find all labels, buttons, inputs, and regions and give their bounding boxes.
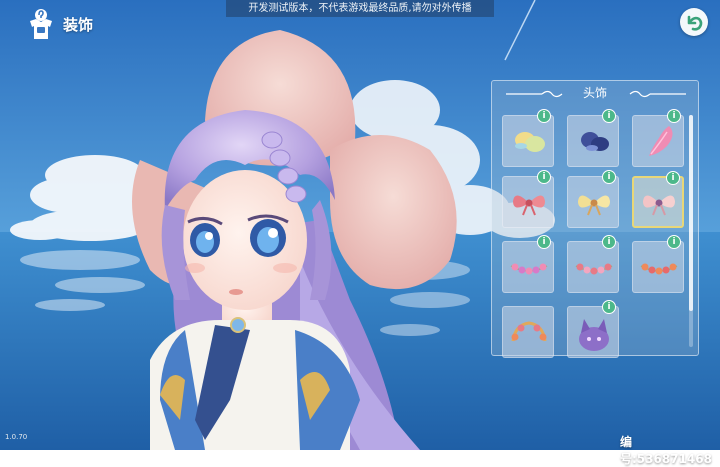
screen-title: 装饰 (63, 15, 94, 34)
info-badge[interactable]: i (602, 235, 616, 249)
info-badge[interactable]: i (537, 109, 551, 123)
pink-garland-icon (510, 263, 548, 275)
version-label: 1.0.70 (5, 433, 28, 441)
back-button[interactable] (680, 8, 708, 36)
orange-garland-icon (640, 263, 678, 275)
item-navy-bun-ornament[interactable]: i (567, 109, 619, 167)
info-badge[interactable]: i (667, 235, 681, 249)
red-bow-icon (513, 195, 545, 216)
rose-garland-icon (575, 263, 613, 275)
info-badge[interactable]: i (602, 170, 616, 184)
item-flower-crown[interactable] (502, 306, 554, 358)
info-badge[interactable]: i (537, 235, 551, 249)
test-build-notice: 开发测试版本，不代表游戏最终品质,请勿对外传播 (226, 0, 494, 17)
wardrobe-icon (30, 9, 52, 39)
scrollbar[interactable] (689, 115, 693, 347)
headwear-panel: 头饰 i i i i i i i i i i (491, 80, 699, 358)
item-yellow-bun-ornament[interactable]: i (502, 109, 554, 167)
info-badge[interactable]: i (602, 300, 616, 314)
player-id-label: 编号:536871468 (620, 435, 712, 466)
item-pink-feather-clip[interactable]: i (632, 109, 684, 167)
navy-bun-icon (581, 132, 609, 151)
scrollbar-thumb[interactable] (689, 115, 693, 311)
info-badge[interactable]: i (537, 170, 551, 184)
pink-feather-icon (649, 126, 673, 156)
yellow-bow-icon (578, 195, 610, 216)
right-ornament (629, 90, 686, 98)
info-badge[interactable]: i (602, 109, 616, 123)
pink-bow-icon (643, 195, 675, 216)
item-rose-flower-garland[interactable]: i (567, 235, 619, 293)
item-red-bow[interactable]: i (502, 170, 554, 228)
info-badge[interactable]: i (666, 171, 680, 185)
info-badge[interactable]: i (667, 109, 681, 123)
yellow-bun-icon (515, 132, 545, 152)
item-purple-cat-ears[interactable]: i (567, 300, 619, 358)
item-orange-flower-garland[interactable]: i (632, 235, 684, 293)
item-pink-flower-garland[interactable]: i (502, 235, 554, 293)
back-arrow-icon (687, 15, 703, 31)
item-yellow-bow[interactable]: i (567, 170, 619, 228)
screen-header: 装饰 (28, 7, 93, 41)
cat-ears-icon (579, 319, 609, 351)
item-pink-bow[interactable]: i (632, 171, 684, 228)
flower-crown-icon (511, 321, 547, 342)
